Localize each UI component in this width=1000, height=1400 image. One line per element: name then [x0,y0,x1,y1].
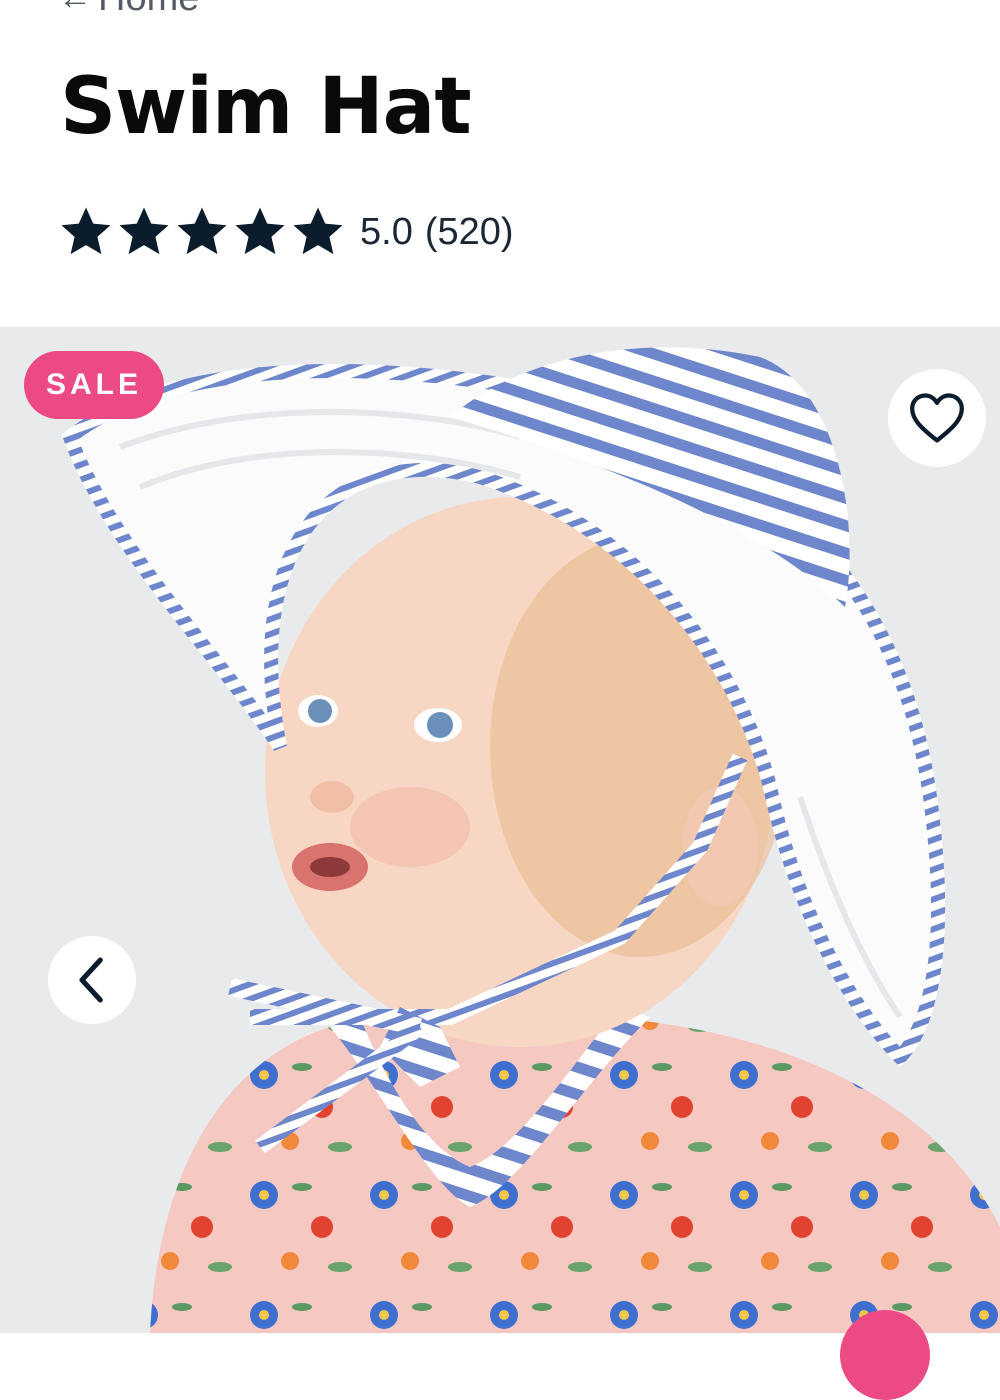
rating-stars [58,204,346,260]
star-icon [235,207,285,255]
favorite-button[interactable] [888,369,986,467]
star-icon [293,207,343,255]
breadcrumb-home-link[interactable]: Home [98,0,199,20]
chevron-left-icon [79,957,103,1003]
product-image-gallery[interactable]: SALE [0,327,1000,1333]
previous-image-button[interactable] [48,936,136,1024]
sale-badge: SALE [24,351,164,419]
rating-summary: 5.0 (520) [360,211,514,254]
product-photo [61,347,1000,1333]
rating-value: 5.0 [360,210,413,253]
breadcrumb[interactable]: ← Home [58,0,199,20]
arrow-left-icon: ← [58,0,92,18]
product-rating[interactable]: 5.0 (520) [58,204,514,260]
floating-action-button[interactable] [840,1310,930,1400]
star-icon [177,207,227,255]
star-icon [119,207,169,255]
heart-icon [910,393,964,443]
star-icon [61,207,111,255]
product-title: Swim Hat [60,62,472,152]
review-count: (520) [424,210,514,253]
